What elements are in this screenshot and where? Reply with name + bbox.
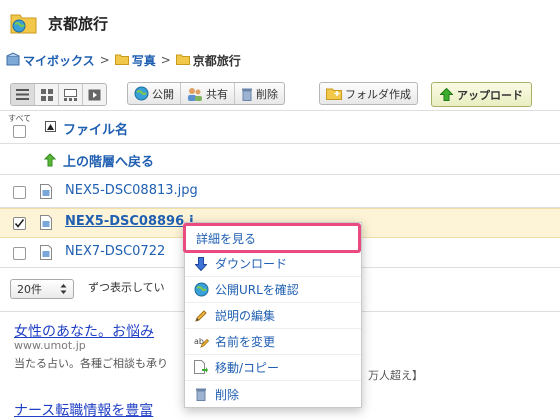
share-button-label: 共有 xyxy=(206,87,228,101)
ad-url[interactable]: www.umot.jp xyxy=(14,339,86,352)
folder-icon xyxy=(114,53,129,68)
menu-item-move-copy[interactable]: 移動/コピー xyxy=(185,355,361,381)
trash-icon xyxy=(242,88,252,101)
upload-arrow-icon xyxy=(440,88,453,101)
globe-icon xyxy=(134,86,149,101)
select-arrows-icon xyxy=(60,284,67,294)
delete-button[interactable]: 削除 xyxy=(235,83,284,104)
menu-item-rename[interactable]: ab 名前を変更 xyxy=(185,329,361,355)
detail-view-button[interactable] xyxy=(59,84,83,105)
mybox-icon xyxy=(6,51,20,69)
share-button[interactable]: 共有 xyxy=(181,83,235,104)
menu-item-label: 説明の編集 xyxy=(215,309,276,323)
ad-description-tail: 万人超え】 xyxy=(368,369,423,382)
new-folder-icon xyxy=(326,88,342,100)
people-icon xyxy=(188,87,202,101)
make-folder-button[interactable]: フォルダ作成 xyxy=(320,83,417,104)
upload-button-label: アップロード xyxy=(457,88,523,102)
make-folder-group: フォルダ作成 xyxy=(319,82,418,105)
trash-icon xyxy=(193,386,209,402)
menu-item-check-public-url[interactable]: 公開URLを確認 xyxy=(185,277,361,303)
ad-title-link-2[interactable]: ナース転職情報を豊富 xyxy=(14,400,153,420)
image-file-icon xyxy=(40,245,52,260)
file-name-link[interactable]: NEX5-DSC08813.jpg xyxy=(65,183,198,198)
view-mode-switcher xyxy=(10,83,107,106)
breadcrumb-separator: > xyxy=(99,53,110,67)
breadcrumb-current: 京都旅行 xyxy=(192,53,241,68)
breadcrumb-mybox-link[interactable]: マイボックス xyxy=(23,52,95,69)
context-menu: 詳細を見る ダウンロード 公開URLを確認 説明の編集 ab 名前を変更 移動/… xyxy=(183,222,362,408)
up-level-link[interactable]: 上の階層へ戻る xyxy=(63,151,154,170)
ad-description: 当たる占い。各種ご相談も承り xyxy=(14,357,168,370)
public-button-label: 公開 xyxy=(152,87,174,101)
menu-item-label: 移動/コピー xyxy=(215,361,280,375)
move-copy-icon xyxy=(193,360,209,376)
per-page-text: ずつ表示してい xyxy=(88,281,165,294)
breadcrumb: マイボックス > 写真 > 京都旅行 xyxy=(6,51,241,69)
menu-item-download[interactable]: ダウンロード xyxy=(185,251,361,277)
menu-item-label: 詳細を見る xyxy=(196,231,257,246)
rename-icon: ab xyxy=(193,334,209,350)
folder-icon xyxy=(175,53,190,68)
folder-globe-icon xyxy=(10,10,38,34)
file-checkbox-checked[interactable] xyxy=(13,217,26,230)
slideshow-icon xyxy=(88,89,101,100)
menu-item-label: 削除 xyxy=(215,387,240,402)
menu-item-view-details[interactable]: 詳細を見る xyxy=(183,223,361,253)
file-checkbox[interactable] xyxy=(13,186,26,199)
file-checkbox[interactable] xyxy=(13,247,26,260)
action-button-group: 公開 共有 削除 xyxy=(127,82,285,105)
per-page-select[interactable]: 20件 xyxy=(10,279,74,299)
upload-button[interactable]: アップロード xyxy=(431,82,532,107)
page-title: 京都旅行 xyxy=(48,15,109,33)
public-button[interactable]: 公開 xyxy=(128,83,181,104)
menu-item-label: 名前を変更 xyxy=(215,335,276,349)
file-name-link[interactable]: NEX5-DSC08896.j xyxy=(65,214,194,229)
column-header-filename[interactable]: ファイル名 xyxy=(63,119,128,138)
grid-view-button[interactable] xyxy=(35,84,59,105)
menu-item-delete[interactable]: 削除 xyxy=(185,381,361,407)
sort-toggle-icon[interactable] xyxy=(45,121,56,132)
grid-view-icon xyxy=(40,88,53,101)
download-arrow-icon xyxy=(193,256,209,272)
file-name-link[interactable]: NEX7-DSC0722 xyxy=(65,244,165,259)
per-page-value: 20件 xyxy=(17,283,42,296)
make-folder-label: フォルダ作成 xyxy=(345,87,411,101)
up-arrow-icon xyxy=(43,152,57,171)
menu-item-label: 公開URLを確認 xyxy=(215,283,299,297)
image-file-icon xyxy=(40,215,52,230)
breadcrumb-separator: > xyxy=(160,53,171,67)
delete-button-label: 削除 xyxy=(256,87,278,101)
list-view-button[interactable] xyxy=(11,84,35,105)
select-all-checkbox[interactable] xyxy=(13,125,26,138)
pencil-icon xyxy=(193,308,209,324)
divider xyxy=(0,110,560,111)
menu-item-label: ダウンロード xyxy=(215,257,288,271)
ad-title-link[interactable]: 女性のあなた。お悩み xyxy=(14,321,154,341)
list-view-icon xyxy=(16,89,29,100)
slideshow-view-button[interactable] xyxy=(83,84,106,105)
menu-item-edit-description[interactable]: 説明の編集 xyxy=(185,303,361,329)
detail-view-icon xyxy=(64,88,77,101)
divider xyxy=(0,143,560,144)
image-file-icon xyxy=(40,184,52,199)
divider xyxy=(0,174,560,175)
globe-icon xyxy=(193,282,209,298)
breadcrumb-photos-link[interactable]: 写真 xyxy=(132,52,156,69)
select-all-label: すべて xyxy=(8,114,32,123)
